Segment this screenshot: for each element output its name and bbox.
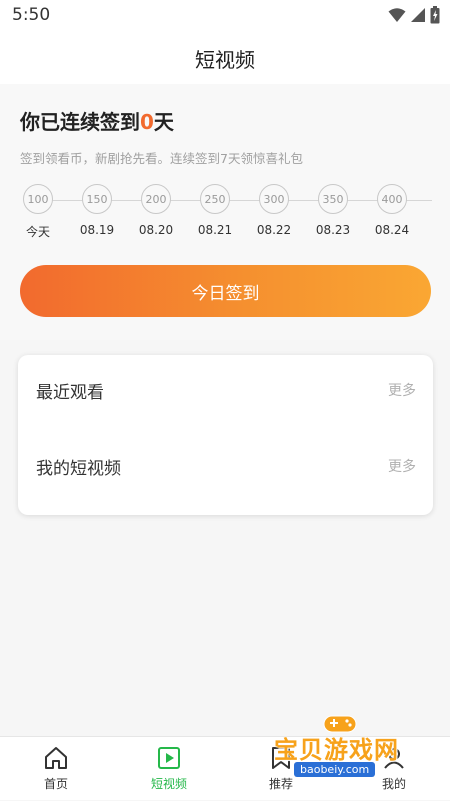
nav-label: 我的	[381, 777, 406, 791]
checkin-day-node: 200 08.20	[138, 184, 174, 237]
wifi-icon	[388, 8, 406, 22]
checkin-day-node: 300 08.22	[256, 184, 292, 237]
checkin-heading: 你已连续签到0天	[20, 106, 174, 135]
nav-label: 短视频	[150, 777, 187, 791]
checkin-day-node: 250 08.21	[197, 184, 233, 237]
day-points-badge: 300	[259, 184, 289, 214]
battery-icon	[430, 6, 440, 24]
video-lists-card: 最近观看 更多 我的短视频 更多	[18, 355, 433, 515]
checkin-heading-suffix: 天	[153, 110, 174, 134]
title-bar: 短视频	[0, 32, 450, 84]
nav-label: 首页	[43, 777, 68, 791]
day-points-badge: 200	[141, 184, 171, 214]
day-label: 今天	[25, 225, 50, 239]
checkin-heading-prefix: 你已连续签到	[20, 110, 140, 134]
status-icons	[388, 6, 440, 24]
list-row-title: 最近观看	[36, 383, 104, 403]
day-label: 08.19	[79, 223, 115, 237]
checkin-card: 你已连续签到0天 签到领看币，新剧抢先看。连续签到7天领惊喜礼包 100 今天 …	[0, 84, 450, 340]
list-row-title: 我的短视频	[36, 459, 121, 479]
day-points-badge: 100	[23, 184, 53, 214]
checkin-day-count: 0	[140, 110, 154, 134]
play-square-icon	[158, 747, 180, 769]
list-row-my-short-videos[interactable]: 我的短视频 更多	[18, 434, 433, 494]
nav-item-recommend[interactable]: 推荐	[241, 737, 321, 801]
checkin-day-node: 150 08.19	[79, 184, 115, 237]
list-row-recently-watched[interactable]: 最近观看 更多	[18, 358, 433, 418]
day-label: 08.22	[256, 223, 292, 237]
home-icon	[45, 747, 67, 769]
page-title: 短视频	[195, 47, 255, 72]
checkin-progress-track: 100 今天 150 08.19 200 08.20 250 08.21 300…	[20, 184, 432, 244]
checkin-day-node: 100 今天	[20, 184, 56, 240]
day-label: 08.20	[138, 223, 174, 237]
day-label: 08.21	[197, 223, 233, 237]
status-time: 5:50	[12, 5, 51, 25]
signal-icon	[411, 8, 425, 22]
day-points-badge: 250	[200, 184, 230, 214]
bottom-nav: 首页 短视频 推荐 我的	[0, 736, 450, 800]
more-link[interactable]: 更多	[388, 380, 416, 400]
checkin-day-node: 400 08.24	[374, 184, 410, 237]
more-link[interactable]: 更多	[388, 456, 416, 476]
day-points-badge: 400	[377, 184, 407, 214]
bookmark-icon	[272, 747, 290, 769]
day-points-badge: 150	[82, 184, 112, 214]
checkin-today-button[interactable]: 今日签到	[20, 265, 431, 317]
nav-item-home[interactable]: 首页	[16, 737, 96, 801]
day-label: 08.24	[374, 223, 410, 237]
day-label: 08.23	[315, 223, 351, 237]
nav-label: 推荐	[268, 777, 293, 791]
checkin-day-node: 350 08.23	[315, 184, 351, 237]
day-points-badge: 350	[318, 184, 348, 214]
status-bar: 5:50	[0, 0, 450, 32]
checkin-subtext: 签到领看币，新剧抢先看。连续签到7天领惊喜礼包	[20, 151, 303, 166]
nav-item-short-video[interactable]: 短视频	[129, 737, 209, 801]
user-icon	[384, 748, 404, 769]
nav-item-mine[interactable]: 我的	[354, 737, 434, 801]
gamepad-icon	[323, 715, 357, 733]
